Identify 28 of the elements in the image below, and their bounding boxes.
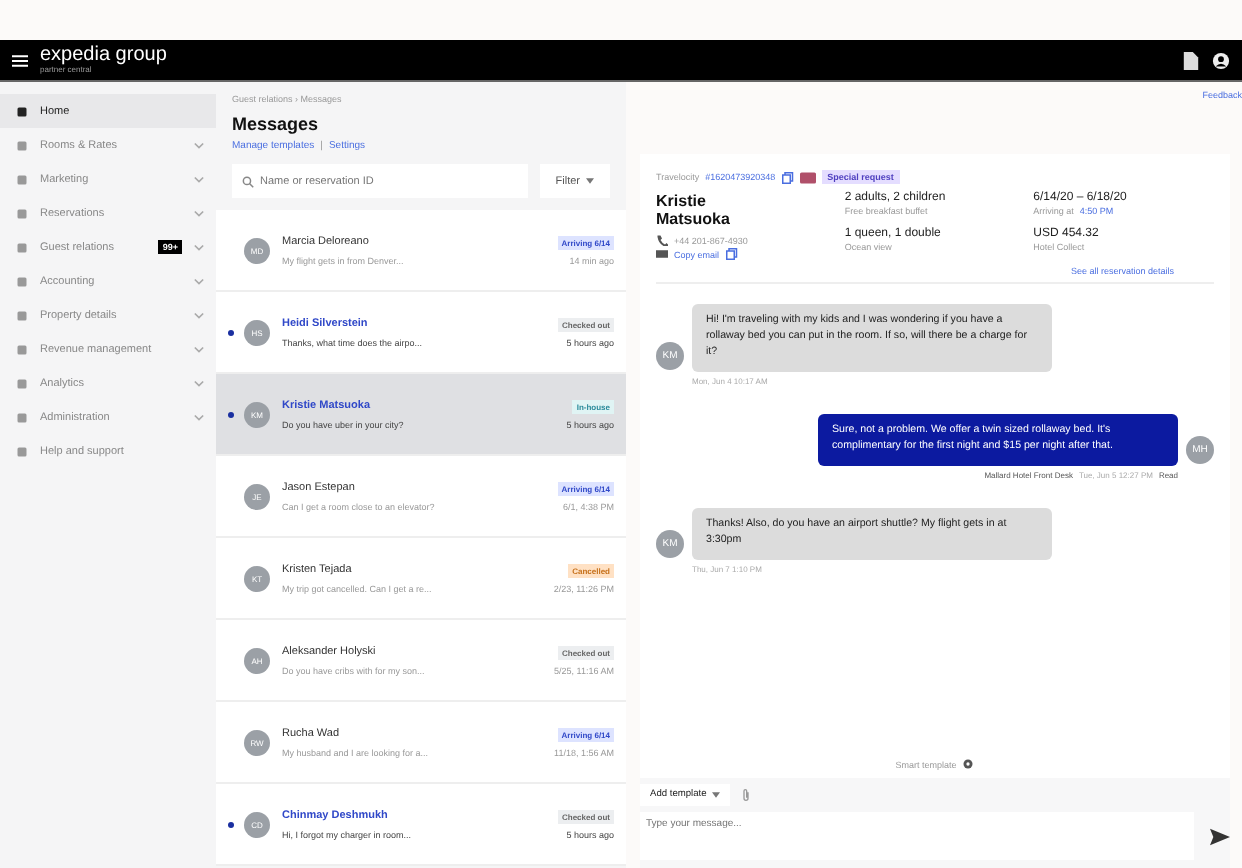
search-icon xyxy=(242,175,254,187)
nav-icon xyxy=(16,377,28,389)
nav-icon xyxy=(16,241,28,253)
nav-icon xyxy=(16,411,28,423)
document-icon[interactable] xyxy=(1182,51,1200,69)
card-icon xyxy=(799,171,816,183)
nav-icon xyxy=(16,309,28,321)
brand-logo[interactable]: expedia group xyxy=(40,46,167,66)
gear-icon[interactable] xyxy=(962,758,975,770)
caret-icon xyxy=(586,178,594,184)
nav-icon xyxy=(16,343,28,355)
menu-icon[interactable] xyxy=(12,51,28,69)
nav-icon xyxy=(16,275,28,287)
email-icon xyxy=(656,248,668,260)
account-icon[interactable] xyxy=(1212,51,1230,69)
nav-icon xyxy=(16,173,28,185)
copy-icon[interactable] xyxy=(725,248,738,260)
nav-icon xyxy=(16,139,28,151)
guest-name: Kristie Matsuoka xyxy=(656,192,732,228)
send-icon[interactable] xyxy=(1210,827,1230,845)
copy-icon[interactable] xyxy=(781,171,794,183)
caret-icon xyxy=(712,792,721,798)
nav-icon xyxy=(16,445,28,457)
nav-icon xyxy=(16,207,28,219)
phone-icon xyxy=(656,234,668,246)
page-title: Messages xyxy=(232,114,321,134)
paperclip-icon[interactable] xyxy=(742,788,751,802)
nav-icon xyxy=(16,105,28,117)
